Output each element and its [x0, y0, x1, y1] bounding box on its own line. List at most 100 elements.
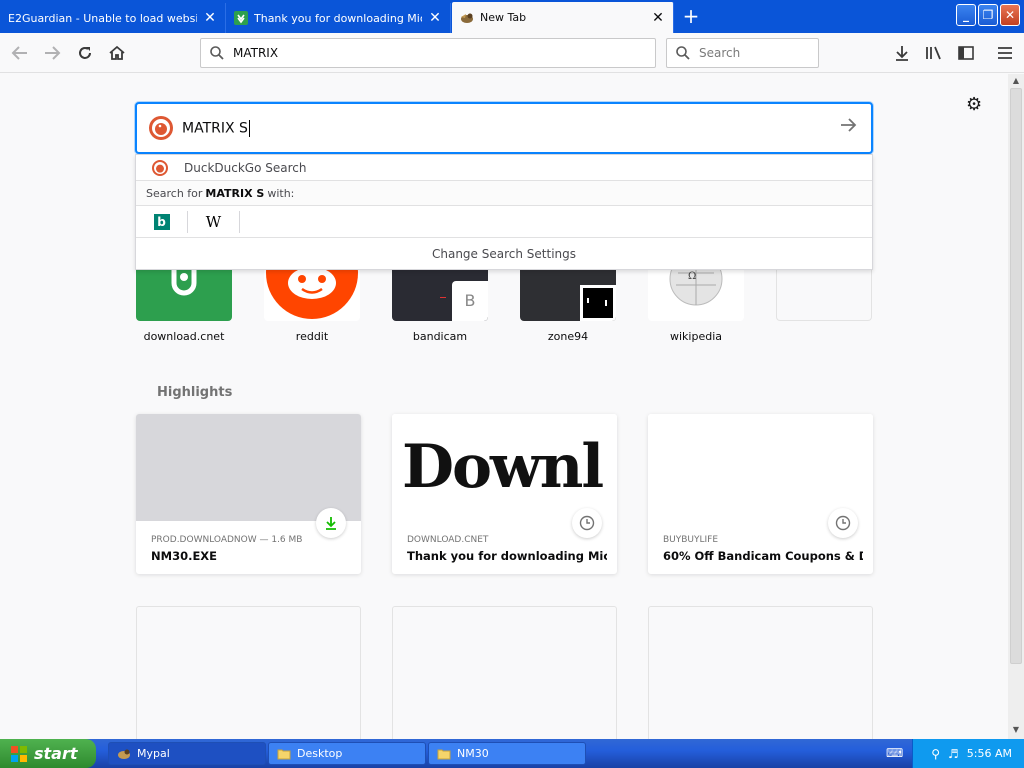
go-arrow-icon[interactable] [839, 117, 857, 138]
cnet-icon [234, 11, 248, 25]
taskbar-item-mypal[interactable]: Mypal [108, 742, 266, 765]
search-bar[interactable]: Search [666, 38, 819, 68]
top-site-download-cnet[interactable]: download.cnet [136, 269, 232, 343]
forward-button[interactable] [40, 41, 64, 65]
page-search-input[interactable]: MATRIX S [135, 102, 873, 154]
card-host: PROD.DOWNLOADNOW — 1.6 MB [151, 535, 303, 545]
change-search-settings-button[interactable]: Change Search Settings [136, 238, 872, 269]
card-image-text: Downl [402, 432, 604, 502]
one-off-engines: b W [136, 206, 872, 238]
close-icon[interactable]: ✕ [428, 10, 442, 26]
downloads-button[interactable] [890, 41, 914, 65]
scrollbar-thumb[interactable] [1010, 88, 1022, 664]
vertical-scrollbar[interactable]: ▲ ▼ [1008, 74, 1024, 739]
reddit-icon [266, 269, 358, 319]
gear-icon[interactable]: ⚙ [966, 94, 982, 115]
top-site-tile [520, 269, 616, 321]
search-for-header: Search for MATRIX S with: [136, 181, 872, 206]
top-site-label: download.cnet [143, 330, 225, 343]
new-tab-button[interactable]: + [680, 6, 702, 28]
search-for-suffix: with: [267, 186, 295, 200]
new-tab-page: ⚙ download.cnet reddit B bandicam zone94… [0, 74, 1008, 739]
top-site-tile [776, 269, 872, 321]
engine-bing-button[interactable]: b [136, 210, 188, 233]
top-site-label: reddit [295, 330, 329, 343]
top-site-reddit[interactable]: reddit [264, 269, 360, 343]
tab-thank-you[interactable]: Thank you for downloading Microsoft ✕ [226, 3, 451, 33]
tab-title: Thank you for downloading Microsoft [254, 11, 422, 25]
close-icon[interactable]: ✕ [203, 10, 217, 26]
engine-wikipedia-button[interactable]: W [188, 210, 240, 233]
card-image [648, 414, 873, 521]
top-site-label: zone94 [547, 330, 589, 343]
top-site-bandicam[interactable]: B bandicam [392, 269, 488, 343]
close-icon[interactable]: ✕ [651, 10, 665, 26]
highlight-card[interactable]: BUYBUYLIFE 60% Off Bandicam Coupons & Di… [648, 414, 873, 574]
top-site-label: bandicam [412, 330, 468, 343]
card-title: 60% Off Bandicam Coupons & Di... [663, 549, 863, 563]
empty-highlight-card [648, 606, 873, 739]
cnet-download-icon [171, 269, 197, 296]
card-host: BUYBUYLIFE [663, 535, 719, 545]
empty-highlight-card [136, 606, 361, 739]
close-window-button[interactable]: ✕ [1000, 4, 1020, 26]
clock-icon [572, 508, 602, 538]
back-button[interactable] [8, 41, 32, 65]
library-icon [926, 46, 941, 60]
reload-icon [79, 47, 91, 59]
top-site-tile [136, 269, 232, 321]
text-cursor [248, 119, 250, 137]
scroll-up-icon[interactable]: ▲ [1010, 76, 1022, 88]
taskbar-item-label: NM30 [457, 747, 489, 760]
hamburger-icon [998, 47, 1012, 59]
url-bar[interactable]: MATRIX [200, 38, 656, 68]
reload-button[interactable] [73, 41, 97, 65]
tab-bar: E2Guardian - Unable to load website ✕ Th… [0, 0, 1024, 33]
menu-button[interactable] [993, 41, 1017, 65]
system-tray: ⚲ ♬ 5:56 AM [912, 739, 1024, 768]
taskbar-item-desktop[interactable]: Desktop [268, 742, 426, 765]
top-site-label: wikipedia [669, 330, 722, 343]
library-button[interactable] [922, 41, 946, 65]
svg-text:Ω: Ω [688, 271, 696, 282]
highlight-card[interactable]: Downl DOWNLOAD.CNET Thank you for downlo… [392, 414, 617, 574]
suggestion-duckduckgo[interactable]: DuckDuckGo Search [136, 155, 872, 181]
clock-icon [828, 508, 858, 538]
start-button[interactable]: start [0, 739, 96, 768]
volume-icon[interactable]: ♬ [948, 747, 959, 761]
search-icon [676, 46, 690, 60]
home-button[interactable] [105, 41, 129, 65]
card-image [136, 414, 361, 521]
top-site-zone94[interactable]: zone94 [520, 269, 616, 343]
taskbar-item-label: Mypal [137, 747, 170, 760]
highlight-card[interactable]: PROD.DOWNLOADNOW — 1.6 MB NM30.EXE [136, 414, 361, 574]
taskbar-item-nm30[interactable]: NM30 [428, 742, 586, 765]
folder-icon [437, 749, 451, 759]
top-site-tile: B [392, 269, 488, 321]
minimize-button[interactable]: _ [956, 4, 976, 26]
tab-e2guardian[interactable]: E2Guardian - Unable to load website ✕ [0, 3, 226, 33]
network-icon[interactable]: ⚲ [931, 747, 940, 761]
home-icon [109, 45, 125, 60]
restore-button[interactable]: ❐ [978, 4, 998, 26]
start-label: start [34, 744, 78, 763]
card-image: Downl [392, 414, 617, 521]
download-icon [316, 508, 346, 538]
top-site-wikipedia[interactable]: Ω wikipedia [648, 269, 744, 343]
duckduckgo-icon [152, 159, 168, 176]
bandicam-badge: B [452, 281, 488, 321]
suggestion-label: DuckDuckGo Search [184, 160, 307, 175]
tab-new-tab[interactable]: New Tab ✕ [452, 2, 674, 33]
mypal-icon [118, 749, 130, 759]
wikipedia-globe-icon: Ω [669, 269, 723, 306]
folder-icon [277, 749, 291, 759]
taskbar-item-label: Desktop [297, 747, 343, 760]
sidebar-icon [958, 46, 974, 60]
top-site-empty[interactable] [776, 269, 872, 321]
search-query: MATRIX S [182, 119, 250, 137]
scroll-down-icon[interactable]: ▼ [1010, 725, 1022, 737]
search-suggestions-dropdown: DuckDuckGo Search Search for MATRIX S wi… [135, 154, 873, 270]
sidebar-button[interactable] [954, 41, 978, 65]
decoration [440, 297, 446, 298]
keyboard-icon[interactable]: ⌨ [886, 746, 903, 760]
